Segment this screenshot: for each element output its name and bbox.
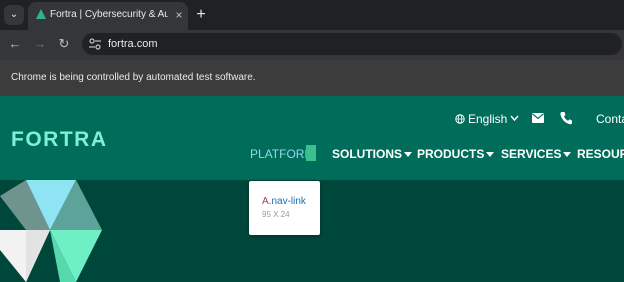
site-info-icon[interactable] — [88, 37, 102, 51]
nav-link-platform[interactable]: PLATFORM — [250, 145, 314, 163]
caret-down-icon — [404, 152, 413, 158]
nav-solutions-label: SOLUTIONS — [332, 147, 403, 161]
element-highlight-overlay — [306, 145, 316, 161]
nav-link-solutions[interactable]: SOLUTIONS — [332, 145, 413, 163]
nav-products-label: PRODUCTS — [417, 147, 485, 161]
mail-icon[interactable] — [532, 113, 544, 123]
tab-close-icon[interactable]: × — [172, 6, 186, 24]
tab-search-button[interactable]: ⌄ — [4, 5, 24, 25]
fortra-logo[interactable]: FORTRA — [11, 128, 108, 152]
hero-geometric-graphic — [0, 180, 102, 282]
tooltip-selector: A.nav-link — [262, 196, 306, 207]
tab-title: Fortra | Cybersecurity & Automa — [50, 9, 168, 20]
fortra-favicon-icon — [36, 9, 46, 19]
forward-button[interactable]: → — [30, 34, 50, 54]
nav-link-resources[interactable]: RESOURC — [577, 145, 624, 163]
back-button[interactable]: ← — [5, 34, 25, 54]
nav-link-products[interactable]: PRODUCTS — [417, 145, 495, 163]
address-bar[interactable] — [82, 33, 622, 55]
caret-down-icon — [486, 152, 495, 158]
caret-down-icon — [563, 152, 572, 158]
contact-link[interactable]: Conta — [596, 110, 624, 128]
language-label: English — [468, 112, 508, 126]
new-tab-button[interactable]: + — [192, 5, 210, 25]
tooltip-size: 95 X 24 — [262, 210, 290, 219]
language-selector[interactable]: English — [455, 110, 519, 128]
reload-button[interactable]: ↻ — [54, 34, 74, 54]
globe-icon — [455, 114, 465, 124]
nav-services-label: SERVICES — [501, 147, 562, 161]
nav-link-services[interactable]: SERVICES — [501, 145, 572, 163]
infobar-message: Chrome is being controlled by automated … — [11, 72, 256, 83]
chevron-down-icon — [510, 115, 519, 122]
phone-icon[interactable] — [560, 111, 572, 125]
url-text[interactable]: fortra.com — [108, 35, 158, 53]
